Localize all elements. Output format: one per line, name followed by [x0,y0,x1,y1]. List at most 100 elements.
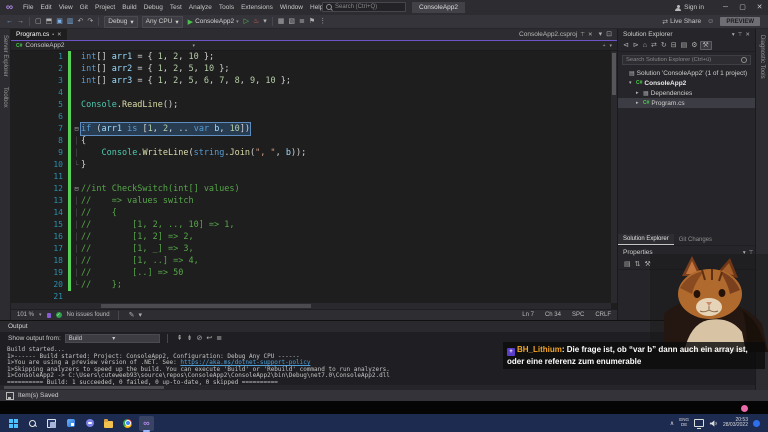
menu-edit[interactable]: Edit [37,2,54,13]
word-wrap-icon[interactable]: ↩ [204,335,214,342]
save-all-icon[interactable]: ▥ [65,18,76,25]
scrollbar-thumb[interactable] [612,53,616,95]
previous-message-icon[interactable]: ⇞ [175,335,185,342]
line-ending-indicator[interactable]: CRLF [595,312,611,318]
code-line-6[interactable]: 6 [11,111,605,123]
messages-list-icon[interactable]: ≣ [214,335,224,342]
file-explorer-button[interactable] [101,416,116,431]
home-icon[interactable]: ⌂ [641,42,649,49]
chevron-down-icon[interactable]: ▾ [39,312,42,318]
tree-item-solution-consoleapp2-1-of-1-project[interactable]: ▤ Solution 'ConsoleApp2' (1 of 1 project) [618,68,755,78]
widgets-button[interactable] [63,416,78,431]
command-window-icon[interactable]: ≣ [297,18,307,25]
chrome-button[interactable] [120,416,135,431]
menu-tools[interactable]: Tools [216,2,237,13]
notification-badge[interactable] [753,419,760,427]
show-hidden-icons-button[interactable]: ∧ [670,420,674,427]
task-view-button[interactable] [44,416,59,431]
code-line-11[interactable]: 11 [11,171,605,183]
menu-file[interactable]: File [20,2,36,13]
scrollbar-thumb[interactable] [4,386,164,389]
volume-icon[interactable] [709,419,718,428]
code-line-17[interactable]: 17 │// [1, _] => 3, [11,243,605,255]
hot-reload-icon[interactable]: ♨ [251,18,261,25]
pencil-icon[interactable]: ✎ [127,312,137,319]
code-line-18[interactable]: 18 │// [1, ..] => 4, [11,255,605,267]
save-icon[interactable]: ▣ [54,18,65,25]
zoom-level[interactable]: 101 % [17,312,34,318]
code-line-8[interactable]: 8 │{ [11,135,605,147]
start-button[interactable] [6,416,21,431]
tab-solution-explorer[interactable]: Solution Explorer [618,234,674,245]
bookmark-icon[interactable]: ⚑ [307,18,317,25]
navigate-forward-icon[interactable]: → [15,18,26,25]
more-options-icon[interactable]: ⋮ [317,18,328,25]
menu-project[interactable]: Project [92,2,118,13]
chevron-down-icon[interactable]: ▾ [732,32,735,38]
tab-git-changes[interactable]: Git Changes [674,235,717,245]
code-line-5[interactable]: 5 Console.ReadLine(); [11,99,605,111]
menu-debug[interactable]: Debug [141,2,166,13]
health-status[interactable]: No issues found [67,312,110,318]
find-in-files-icon[interactable]: ▧ [286,18,297,25]
code-line-9[interactable]: 9 │ Console.WriteLine(string.Join(", ", b… [11,147,605,159]
chevron-down-icon[interactable]: ▾ [136,312,144,319]
tab-consoleapp2-csproj[interactable]: ConsoleApp2.csproj ⊤ ✕ [515,29,597,40]
expander-icon[interactable]: ▸ [636,90,641,96]
maximize-button[interactable]: ▢ [734,0,751,15]
code-line-13[interactable]: 13 │// => values switch [11,195,605,207]
tree-item-program-cs[interactable]: ▸ C# Program.cs [618,98,755,108]
network-icon[interactable] [693,419,704,429]
navigate-back-icon[interactable]: ⊲ [621,42,631,49]
menu-analyze[interactable]: Analyze [186,2,215,13]
navigation-breadcrumb[interactable]: C# ConsoleApp2 ▾ + ▾ [11,41,617,51]
close-button[interactable]: ✕ [751,0,768,15]
collapse-all-icon[interactable]: ⊟ [669,42,679,49]
menu-window[interactable]: Window [277,2,306,13]
menu-git[interactable]: Git [77,2,91,13]
tree-item-consoleapp2[interactable]: ▾ C# ConsoleApp2 [618,78,755,88]
chevron-down-icon[interactable]: ▾ [192,43,195,49]
start-debugging-button[interactable]: ▶ ConsoleApp2 ▾ [188,18,239,26]
scrollbar-thumb[interactable] [101,304,311,308]
code-line-14[interactable]: 14 │// { [11,207,605,219]
menu-test[interactable]: Test [167,2,185,13]
redo-icon[interactable]: ↷ [85,18,95,25]
categorized-icon[interactable]: ▤ [622,261,633,268]
split-window-icon[interactable]: + [603,43,606,49]
tab-list-icon[interactable]: ▾ [597,31,605,38]
language-indicator[interactable]: ENG DE [679,417,689,428]
expander-icon[interactable]: ▾ [629,80,634,86]
minimize-button[interactable]: ─ [717,0,734,15]
spaces-indicator[interactable]: SPC [572,312,584,318]
solution-explorer-search-input[interactable]: Search Solution Explorer (Ctrl+ü) [622,55,751,65]
properties-icon[interactable]: ⚙ [689,42,699,49]
code-line-1[interactable]: 1 int[] arr1 = { 1, 2, 10 }; [11,51,605,63]
wrench-icon[interactable]: ⚒ [699,41,712,50]
code-text-area[interactable]: 1 int[] arr1 = { 1, 2, 10 }; 2 int[] arr2 =… [11,51,605,303]
code-line-4[interactable]: 4 [11,87,605,99]
taskbar-search-button[interactable] [25,416,40,431]
show-all-files-icon[interactable]: ▤ [679,42,690,49]
clock[interactable]: 20:53 28/03/2022 [723,417,748,429]
menu-extensions[interactable]: Extensions [238,2,276,13]
alphabetical-sort-icon[interactable]: ⇅ [633,261,643,268]
next-message-icon[interactable]: ⇟ [185,335,195,342]
live-share-button[interactable]: ⇄ Live Share [662,18,701,26]
close-tab-icon[interactable]: ✕ [588,32,593,38]
pin-icon[interactable]: ⊤ [580,32,585,38]
tree-item-dependencies[interactable]: ▸ ▦ Dependencies [618,88,755,98]
code-line-7[interactable]: 7 ⊟ if (arr1 is [1, 2, .. var b, 10]) [11,123,605,135]
code-line-16[interactable]: 16 │// [1, 2] => 2, [11,231,605,243]
code-line-12[interactable]: 12 ⊟//int CheckSwitch(int[] values) [11,183,605,195]
menu-build[interactable]: Build [119,2,139,13]
navigate-backward-icon[interactable]: ← [4,18,15,25]
teams-chat-button[interactable] [82,416,97,431]
visual-studio-button[interactable]: ∞ [139,415,154,432]
pin-icon[interactable]: ⊤ [738,32,743,38]
code-line-15[interactable]: 15 │// [1, 2, .., 10] => 1, [11,219,605,231]
expander-icon[interactable]: ▸ [636,100,641,106]
platform-dropdown[interactable]: Any CPU ▾ [141,15,183,28]
switch-views-icon[interactable]: ⇄ [649,42,659,49]
close-tab-icon[interactable]: ✕ [57,32,62,38]
